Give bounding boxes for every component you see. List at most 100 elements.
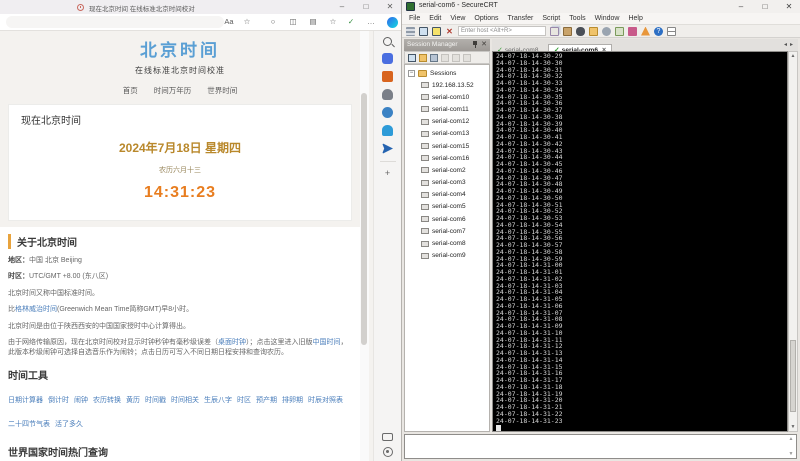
paste-icon[interactable] [563, 26, 572, 36]
tool-link[interactable]: 黄历 [126, 396, 140, 407]
connect-session-icon[interactable] [408, 53, 416, 62]
nav-link[interactable]: 首页 [123, 86, 138, 95]
collections-icon[interactable]: ▤ [307, 17, 319, 26]
pin-icon[interactable] [472, 41, 478, 48]
session-tree-item[interactable]: serial-com4 [405, 189, 489, 201]
browser-maximize-icon[interactable]: □ [359, 1, 373, 13]
extensions-icon[interactable]: ☆ [327, 17, 339, 26]
shopping-bag-icon[interactable] [382, 71, 393, 82]
disconnect-icon[interactable]: ✕ [445, 27, 454, 36]
tab-scroll-arrows[interactable]: ◂▸ [784, 41, 796, 48]
session-options-icon[interactable] [602, 26, 611, 36]
securecrt-maximize-icon[interactable]: □ [758, 1, 772, 12]
address-bar[interactable] [6, 16, 224, 28]
browser-essentials-icon[interactable]: ○ [267, 17, 279, 26]
browser-minimize-icon[interactable]: – [335, 1, 349, 13]
session-tree-item[interactable]: serial-com3 [405, 177, 489, 189]
sessions-root[interactable]: − Sessions [405, 67, 489, 79]
securecrt-close-icon[interactable]: ✕ [782, 1, 796, 12]
menu-item[interactable]: File [409, 15, 420, 22]
tools-gear-icon[interactable] [382, 107, 393, 118]
paper-plane-icon[interactable] [382, 143, 393, 154]
tool-link[interactable]: 生辰八字 [204, 396, 232, 407]
desktop-clock-link[interactable]: 桌面时钟 [218, 339, 246, 346]
menu-item[interactable]: Window [595, 15, 620, 22]
tool-link[interactable]: 时间相关 [171, 396, 199, 407]
favorites-icon[interactable]: ☆ [241, 17, 253, 26]
tool-link[interactable]: 日期计算器 [8, 396, 43, 407]
paste-session-icon[interactable] [463, 53, 471, 62]
tool-link[interactable]: 预产期 [256, 396, 277, 407]
settings-gear-icon[interactable] [382, 447, 393, 457]
menu-item[interactable]: Transfer [508, 15, 534, 22]
scroll-up-icon[interactable]: ▲ [789, 53, 797, 59]
split-screen-icon[interactable]: ◫ [287, 17, 299, 26]
scroll-down-icon[interactable]: ▼ [789, 451, 794, 457]
menu-item[interactable]: Tools [569, 15, 585, 22]
panel-close-icon[interactable]: ✕ [481, 41, 487, 49]
people-icon[interactable] [382, 89, 393, 100]
gmt-link[interactable]: 格林威治时间 [15, 306, 57, 313]
china-time-link[interactable]: 中国时间 [313, 339, 341, 346]
menu-item[interactable]: Script [542, 15, 560, 22]
tool-link[interactable]: 时区 [237, 396, 251, 407]
read-aloud-icon[interactable]: Aa [223, 17, 235, 26]
tool-link[interactable]: 排卵期 [282, 396, 303, 407]
connect-icon[interactable] [419, 26, 428, 36]
host-input[interactable]: Enter host <Alt+R> [458, 26, 546, 36]
session-tree-item[interactable]: serial-com10 [405, 91, 489, 103]
nav-link[interactable]: 世界时间 [207, 86, 237, 95]
scroll-up-icon[interactable]: ▲ [789, 436, 794, 442]
run-script-icon[interactable] [615, 26, 624, 36]
cloud-icon[interactable] [382, 125, 393, 136]
session-tree-item[interactable]: serial-com9 [405, 250, 489, 262]
tool-link[interactable]: 时间戳 [145, 396, 166, 407]
session-tree-item[interactable]: serial-com13 [405, 128, 489, 140]
tool-link[interactable]: 活了多久 [55, 420, 83, 431]
keymap-icon[interactable] [628, 26, 637, 36]
tool-link[interactable]: 二十四节气表 [8, 420, 50, 431]
session-tree-item[interactable]: serial-com12 [405, 116, 489, 128]
session-tree-item[interactable]: serial-com16 [405, 152, 489, 164]
session-tree-item[interactable]: 192.168.13.52 [405, 79, 489, 91]
session-tree-item[interactable]: serial-com2 [405, 164, 489, 176]
securecrt-minimize-icon[interactable]: – [734, 1, 748, 12]
page-scrollbar-thumb[interactable] [361, 93, 367, 345]
new-folder-icon[interactable] [419, 53, 427, 62]
menu-item[interactable]: Options [474, 15, 498, 22]
browser-tab[interactable]: 现在北京时间 在线标准北京时间校对 [89, 3, 195, 13]
menu-item[interactable]: Edit [429, 15, 441, 22]
screenshot-icon[interactable] [382, 433, 393, 441]
window-layout-icon[interactable] [667, 26, 676, 36]
copilot-icon[interactable] [387, 17, 398, 28]
tool-link[interactable]: 农历转换 [93, 396, 121, 407]
copy-icon[interactable] [550, 26, 559, 36]
add-sidebar-icon[interactable]: + [385, 169, 390, 178]
tool-link[interactable]: 时辰对照表 [308, 396, 343, 407]
help-icon[interactable]: ? [654, 26, 663, 36]
command-window[interactable]: ▲ ▼ [404, 434, 797, 459]
session-tree-item[interactable]: serial-com7 [405, 225, 489, 237]
session-tree-item[interactable]: serial-com11 [405, 103, 489, 115]
cut-icon[interactable] [441, 53, 449, 62]
tag-icon[interactable] [382, 53, 393, 64]
session-tree-item[interactable]: serial-com15 [405, 140, 489, 152]
tool-link[interactable]: 闹钟 [74, 396, 88, 407]
tool-link[interactable]: 倒计时 [48, 396, 69, 407]
menu-item[interactable]: Help [628, 15, 642, 22]
search-icon[interactable] [383, 37, 392, 46]
sync-icon[interactable]: ✓ [345, 17, 357, 26]
session-properties-icon[interactable] [430, 53, 438, 62]
transfer-folder-icon[interactable] [589, 26, 598, 36]
browser-close-icon[interactable]: ✕ [383, 1, 397, 13]
menu-item[interactable]: View [450, 15, 465, 22]
page-scrollbar[interactable] [360, 31, 369, 461]
tree-expander-icon[interactable]: − [408, 69, 415, 77]
more-menu-icon[interactable]: … [365, 17, 377, 26]
session-tree-item[interactable]: serial-com5 [405, 201, 489, 213]
session-manager-toggle-icon[interactable] [406, 26, 415, 36]
copy-session-icon[interactable] [452, 53, 460, 62]
scroll-down-icon[interactable]: ▼ [789, 424, 797, 430]
session-tree-item[interactable]: serial-com8 [405, 237, 489, 249]
session-tree-item[interactable]: serial-com6 [405, 213, 489, 225]
